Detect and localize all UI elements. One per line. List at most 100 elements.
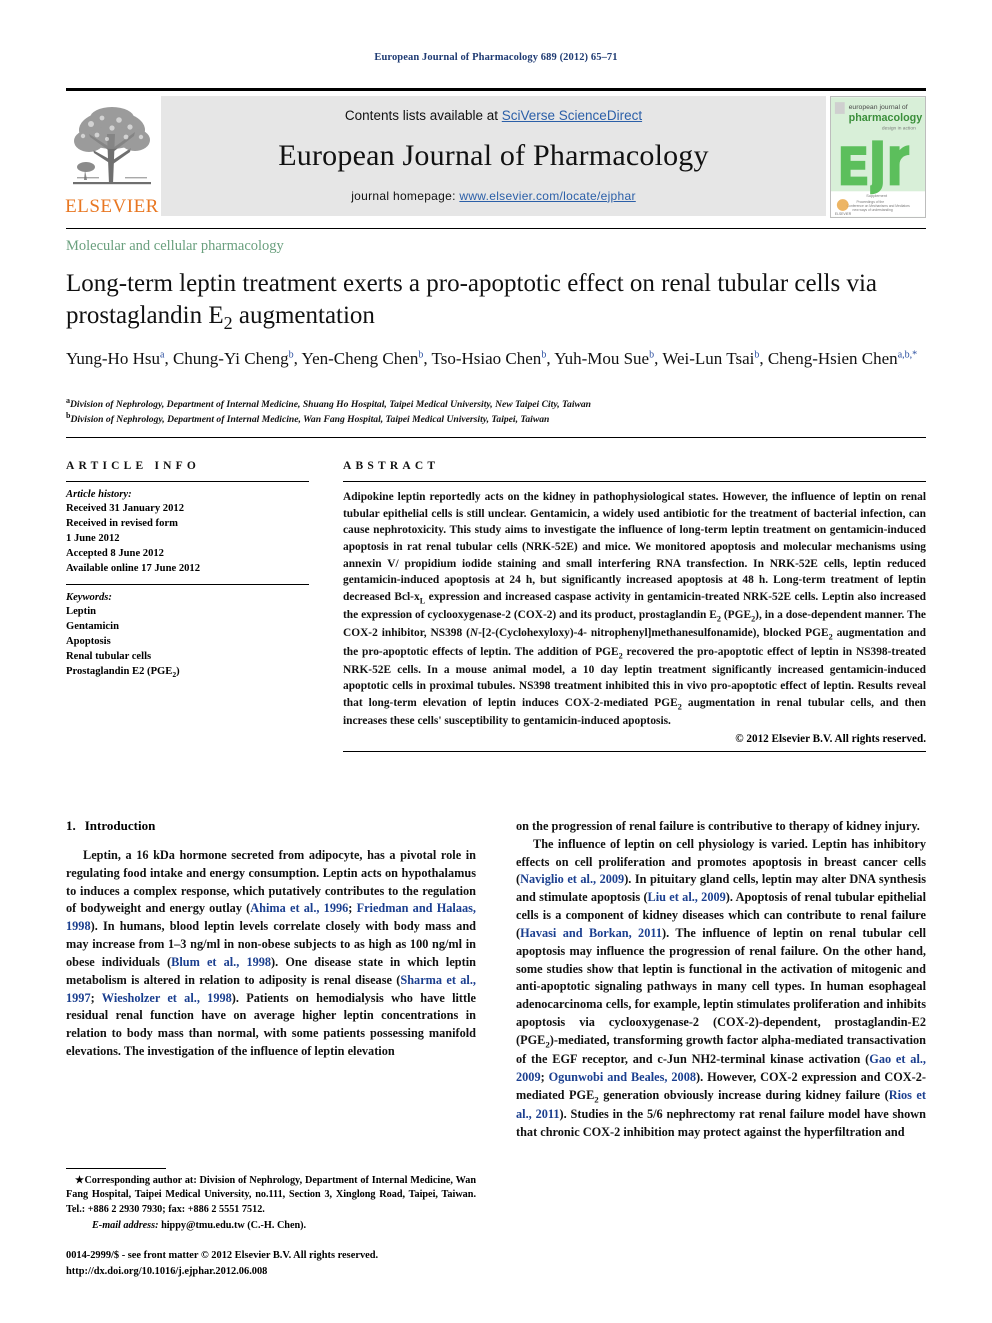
rule-above-info-abstract bbox=[66, 437, 926, 438]
keyword-list: Leptin Gentamicin Apoptosis Renal tubula… bbox=[66, 604, 309, 681]
email-value[interactable]: hippy@tmu.edu.tw (C.-H. Chen). bbox=[161, 1220, 306, 1231]
citation-link[interactable]: Rios et al., 2011 bbox=[516, 1088, 926, 1121]
journal-homepage-link[interactable]: www.elsevier.com/locate/ejphar bbox=[459, 189, 635, 203]
body-column-left: 1. Introduction Leptin, a 16 kDa hormone … bbox=[66, 818, 476, 1061]
keyword-item: Renal tubular cells bbox=[66, 651, 152, 663]
author-name: Chung-Yi Cheng bbox=[172, 349, 289, 368]
imprint-block: 0014-2999/$ - see front matter © 2012 El… bbox=[66, 1248, 496, 1279]
author-name: Yung-Ho Hsu bbox=[66, 349, 160, 368]
section-title: Introduction bbox=[84, 818, 156, 833]
svg-text:new ways of understanding: new ways of understanding bbox=[853, 208, 893, 212]
author-affil-mark: b bbox=[754, 349, 760, 361]
intro-paragraph-right-tail: on the progression of renal failure is c… bbox=[516, 819, 920, 833]
affiliation-list: aDivision of Nephrology, Department of I… bbox=[66, 396, 926, 428]
section-number: 1. bbox=[66, 818, 76, 833]
title-subscript: 2 bbox=[223, 313, 233, 333]
author-affil-mark: a bbox=[159, 349, 165, 361]
issn-line: 0014-2999/$ - see front matter © 2012 El… bbox=[66, 1250, 379, 1261]
author-affil-mark: b bbox=[541, 349, 547, 361]
article-history-list: Received 31 January 2012 Received in rev… bbox=[66, 501, 309, 576]
author-affil-mark: b bbox=[418, 349, 424, 361]
footnote-rule bbox=[66, 1168, 166, 1169]
affiliation-item: bDivision of Nephrology, Department of I… bbox=[66, 411, 926, 428]
author-item: Tso-Hsiao Chenb bbox=[432, 349, 547, 368]
subject-section-label: Molecular and cellular pharmacology bbox=[66, 238, 284, 254]
citation-link[interactable]: Naviglio et al., 2009 bbox=[520, 872, 624, 886]
keywords-label: Keywords: bbox=[66, 592, 112, 604]
author-item: Wei-Lun Tsaib bbox=[662, 349, 759, 368]
elsevier-tree-icon bbox=[69, 104, 155, 196]
homepage-prefix-text: journal homepage: bbox=[351, 188, 460, 203]
author-item-corresponding: Cheng-Hsien Chena,b,* bbox=[768, 349, 917, 368]
history-item: Available online 17 June 2012 bbox=[66, 563, 201, 575]
svg-text:Supplement: Supplement bbox=[866, 193, 888, 198]
keywords-rule bbox=[66, 584, 309, 586]
citation-link[interactable]: Ogunwobi and Beales, 2008 bbox=[549, 1070, 696, 1084]
author-item: Chung-Yi Chengb bbox=[173, 349, 294, 368]
author-name: Yuh-Mou Sue bbox=[554, 349, 650, 368]
keyword-item: Prostaglandin E2 (PGE2) bbox=[66, 666, 180, 680]
article-history-label: Article history: bbox=[66, 489, 132, 500]
author-name: Tso-Hsiao Chen bbox=[431, 349, 542, 368]
author-affil-mark: a,b,* bbox=[897, 349, 918, 361]
keyword-item: Apoptosis bbox=[66, 636, 111, 648]
contents-available-line: Contents lists available at SciVerse Sci… bbox=[345, 108, 642, 123]
affiliation-text: Division of Nephrology, Department of In… bbox=[70, 399, 592, 410]
contents-prefix-text: Contents lists available at bbox=[344, 107, 502, 123]
abstract-block: ABSTRACT Adipokine leptin reportedly act… bbox=[343, 460, 927, 753]
history-item: Received 31 January 2012 bbox=[66, 503, 184, 514]
abstract-heading: ABSTRACT bbox=[343, 460, 440, 472]
corresponding-author-note: ★Corresponding author at: Division of Ne… bbox=[66, 1175, 476, 1215]
journal-title: European Journal of Pharmacology bbox=[278, 138, 709, 172]
title-line-2-b: augmentation bbox=[232, 302, 375, 329]
svg-text:design in action: design in action bbox=[882, 126, 916, 132]
affiliation-item: aDivision of Nephrology, Department of I… bbox=[66, 396, 926, 413]
elsevier-wordmark: ELSEVIER bbox=[65, 196, 159, 217]
journal-article-page: European Journal of Pharmacology 689 (20… bbox=[0, 0, 992, 1323]
section-heading-introduction: 1. Introduction bbox=[66, 818, 476, 834]
citation-link[interactable]: Liu et al., 2009 bbox=[648, 890, 726, 904]
sciencedirect-link[interactable]: SciVerse ScienceDirect bbox=[502, 108, 642, 123]
keyword-item: Gentamicin bbox=[66, 621, 119, 633]
intro-paragraph-left: Leptin, a 16 kDa hormone secreted from a… bbox=[66, 848, 477, 1059]
footnote-block: ★Corresponding author at: Division of Ne… bbox=[66, 1168, 476, 1234]
email-label: E-mail address: bbox=[92, 1220, 159, 1232]
journal-band: Contents lists available at SciVerse Sci… bbox=[161, 96, 826, 216]
citation-link[interactable]: Ahima et al., 1996 bbox=[250, 901, 348, 915]
author-affil-mark: b bbox=[288, 349, 294, 361]
abstract-copyright: © 2012 Elsevier B.V. All rights reserved… bbox=[735, 733, 926, 746]
journal-masthead: ELSEVIER Contents lists available at Sci… bbox=[65, 88, 926, 218]
abstract-bottom-rule bbox=[343, 751, 926, 753]
elsevier-logo-block: ELSEVIER bbox=[65, 96, 159, 218]
journal-cover-thumbnail-icon: european journal of pharmacology design … bbox=[830, 96, 926, 218]
keyword-item: Leptin bbox=[66, 606, 97, 618]
journal-homepage-line: journal homepage: www.elsevier.com/locat… bbox=[351, 189, 636, 203]
article-info-rule bbox=[66, 481, 309, 482]
author-name: Yen-Cheng Chen bbox=[301, 349, 419, 368]
citation-link[interactable]: Havasi and Borkan, 2011 bbox=[520, 926, 662, 940]
citation-link[interactable]: Wiesholzer et al., 1998 bbox=[102, 991, 232, 1005]
body-column-right: on the progression of renal failure is c… bbox=[516, 818, 926, 1142]
running-head: European Journal of Pharmacology 689 (20… bbox=[374, 52, 618, 63]
article-info-heading: ARTICLE INFO bbox=[66, 460, 201, 472]
rule-under-masthead bbox=[66, 228, 926, 229]
author-name: Cheng-Hsien Chen bbox=[767, 349, 898, 368]
history-item: Accepted 8 June 2012 bbox=[66, 548, 164, 560]
author-name: Wei-Lun Tsai bbox=[662, 349, 755, 368]
author-list: Yung-Ho Hsua, Chung-Yi Chengb, Yen-Cheng… bbox=[66, 349, 918, 368]
affiliation-text: Division of Nephrology, Department of In… bbox=[70, 413, 550, 425]
page-title: Long-term leptin treatment exerts a pro-… bbox=[66, 268, 896, 335]
author-item: Yung-Ho Hsua bbox=[66, 349, 164, 368]
title-line-1: Long-term leptin treatment exerts a pro-… bbox=[66, 270, 789, 297]
author-item: Yuh-Mou Sueb bbox=[554, 349, 654, 368]
svg-text:european journal of: european journal of bbox=[849, 104, 908, 111]
abstract-text: Adipokine leptin reportedly acts on the … bbox=[343, 491, 927, 728]
journal-cover-block: european journal of pharmacology design … bbox=[830, 96, 926, 218]
author-item: Yen-Cheng Chenb bbox=[302, 349, 424, 368]
citation-link[interactable]: Blum et al., 1998 bbox=[171, 955, 271, 969]
history-item: 1 June 2012 bbox=[66, 533, 120, 545]
intro-paragraph-right: The influence of leptin on cell physiolo… bbox=[516, 836, 927, 1140]
doi-line[interactable]: http://dx.doi.org/10.1016/j.ejphar.2012.… bbox=[66, 1264, 496, 1280]
svg-text:ELSEVIER: ELSEVIER bbox=[835, 212, 852, 216]
email-note: E-mail address: hippy@tmu.edu.tw (C.-H. … bbox=[66, 1219, 476, 1233]
